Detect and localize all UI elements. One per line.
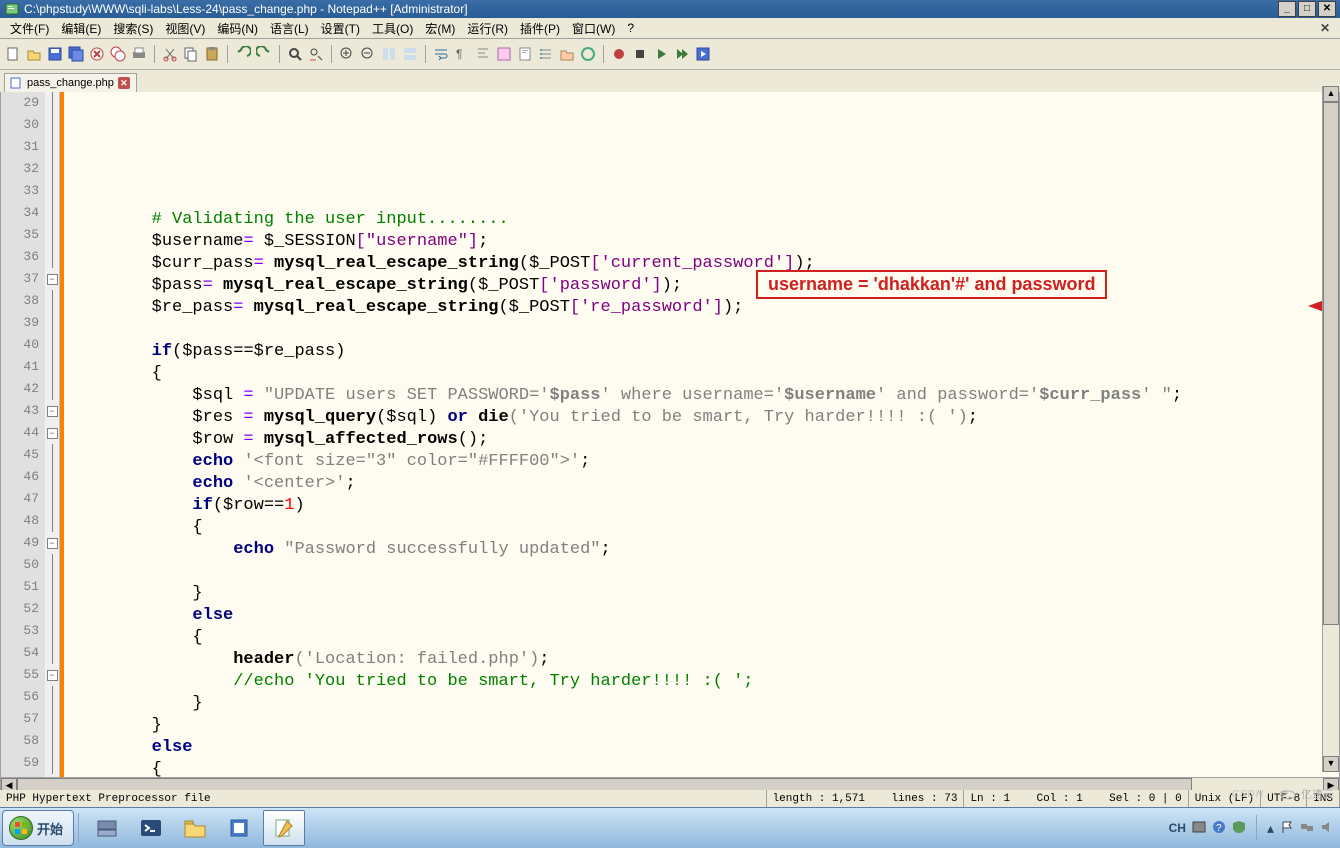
menu-macro[interactable]: 宏(M)	[419, 18, 461, 39]
sync-h-icon[interactable]	[401, 45, 419, 63]
word-wrap-icon[interactable]	[432, 45, 450, 63]
window-title: C:\phpstudy\WWW\sqli-labs\Less-24\pass_c…	[24, 0, 1278, 18]
tab-label: pass_change.php	[27, 77, 114, 89]
title-bar: C:\phpstudy\WWW\sqli-labs\Less-24\pass_c…	[0, 0, 1340, 18]
taskbar-server-icon[interactable]	[87, 811, 127, 845]
menu-window[interactable]: 窗口(W)	[566, 18, 621, 39]
open-file-icon[interactable]	[25, 45, 43, 63]
menu-view[interactable]: 视图(V)	[159, 18, 211, 39]
save-all-icon[interactable]	[67, 45, 85, 63]
tab-close-icon[interactable]: ✕	[118, 77, 130, 89]
record-macro-icon[interactable]	[610, 45, 628, 63]
play-multi-icon[interactable]	[673, 45, 691, 63]
tray-volume-icon[interactable]	[1320, 820, 1334, 837]
status-language: PHP Hypertext Preprocessor file	[0, 790, 767, 808]
tray-help-icon[interactable]: ?	[1212, 820, 1226, 837]
find-icon[interactable]	[286, 45, 304, 63]
folder-view-icon[interactable]	[558, 45, 576, 63]
watermark-csdn: CSDN	[1232, 789, 1264, 800]
vertical-scrollbar[interactable]: ▲ ▼	[1322, 86, 1339, 772]
system-tray: CH ? ▴	[1169, 815, 1340, 841]
status-length: length : 1,571 lines : 73	[767, 790, 965, 808]
menu-file[interactable]: 文件(F)	[4, 18, 55, 39]
menu-edit[interactable]: 编辑(E)	[55, 18, 107, 39]
svg-text:¶: ¶	[456, 47, 462, 61]
play-macro-icon[interactable]	[652, 45, 670, 63]
document-tab-bar: pass_change.php ✕	[0, 70, 1340, 92]
scroll-thumb-v[interactable]	[1323, 102, 1339, 625]
status-position: Ln : 1 Col : 1 Sel : 0 | 0	[964, 790, 1188, 808]
menu-settings[interactable]: 设置(T)	[315, 18, 366, 39]
tray-network-icon[interactable]	[1300, 820, 1314, 837]
print-icon[interactable]	[130, 45, 148, 63]
show-all-chars-icon[interactable]: ¶	[453, 45, 471, 63]
zoom-out-icon[interactable]	[359, 45, 377, 63]
indent-guide-icon[interactable]	[474, 45, 492, 63]
watermark-yun: 亿速云	[1279, 786, 1334, 802]
taskbar-powershell-icon[interactable]	[131, 811, 171, 845]
start-orb-icon	[9, 816, 33, 840]
copy-icon[interactable]	[182, 45, 200, 63]
redo-icon[interactable]	[255, 45, 273, 63]
new-file-icon[interactable]	[4, 45, 22, 63]
menu-plugins[interactable]: 插件(P)	[514, 18, 566, 39]
menu-tools[interactable]: 工具(O)	[366, 18, 419, 39]
sync-v-icon[interactable]	[380, 45, 398, 63]
undo-icon[interactable]	[234, 45, 252, 63]
menu-help[interactable]: ?	[621, 19, 640, 37]
minimize-button[interactable]: _	[1278, 1, 1296, 17]
taskbar-explorer-icon[interactable]	[175, 811, 215, 845]
scroll-up-button[interactable]: ▲	[1323, 86, 1339, 102]
mdi-close-button[interactable]: ✕	[1320, 21, 1336, 35]
menu-search[interactable]: 搜索(S)	[107, 18, 159, 39]
code-editor[interactable]: 2930313233343536373839404142434445464748…	[0, 92, 1340, 778]
status-bar: PHP Hypertext Preprocessor file length :…	[0, 790, 1340, 808]
ime-indicator[interactable]: CH	[1169, 821, 1186, 835]
close-all-icon[interactable]	[109, 45, 127, 63]
menu-language[interactable]: 语言(L)	[264, 18, 315, 39]
annotation-box: username = 'dhakkan'#' and password	[756, 270, 1107, 299]
tray-unknown-icon[interactable]	[1192, 820, 1206, 837]
function-list-icon[interactable]	[537, 45, 555, 63]
monitor-icon[interactable]	[579, 45, 597, 63]
zoom-in-icon[interactable]	[338, 45, 356, 63]
close-file-icon[interactable]	[88, 45, 106, 63]
taskbar-library-icon[interactable]	[219, 811, 259, 845]
maximize-button[interactable]: □	[1298, 1, 1316, 17]
app-icon	[4, 1, 20, 17]
start-button[interactable]: 开始	[2, 810, 74, 846]
fold-column[interactable]: −−−−−	[45, 92, 60, 777]
close-button[interactable]: ✕	[1318, 1, 1336, 17]
stop-macro-icon[interactable]	[631, 45, 649, 63]
tray-security-icon[interactable]	[1232, 820, 1246, 837]
save-icon[interactable]	[46, 45, 64, 63]
cut-icon[interactable]	[161, 45, 179, 63]
scroll-down-button[interactable]: ▼	[1323, 756, 1339, 772]
doc-map-icon[interactable]	[516, 45, 534, 63]
menu-bar: 文件(F) 编辑(E) 搜索(S) 视图(V) 编码(N) 语言(L) 设置(T…	[0, 18, 1340, 39]
file-icon	[9, 76, 23, 90]
line-number-gutter: 2930313233343536373839404142434445464748…	[1, 92, 45, 777]
toolbar: ¶	[0, 39, 1340, 70]
save-macro-icon[interactable]	[694, 45, 712, 63]
code-content[interactable]: username = 'dhakkan'#' and password # Va…	[64, 92, 1339, 777]
svg-text:?: ?	[1216, 823, 1222, 834]
user-lang-icon[interactable]	[495, 45, 513, 63]
tray-chevron-icon[interactable]: ▴	[1267, 820, 1274, 837]
menu-encoding[interactable]: 编码(N)	[211, 18, 264, 39]
document-tab[interactable]: pass_change.php ✕	[4, 73, 137, 92]
taskbar: 开始 CH ? ▴	[0, 807, 1340, 848]
paste-icon[interactable]	[203, 45, 221, 63]
taskbar-notepadpp-icon[interactable]	[263, 810, 305, 846]
start-label: 开始	[37, 819, 63, 838]
menu-run[interactable]: 运行(R)	[461, 18, 514, 39]
replace-icon[interactable]	[307, 45, 325, 63]
tray-flag-icon[interactable]	[1280, 820, 1294, 837]
